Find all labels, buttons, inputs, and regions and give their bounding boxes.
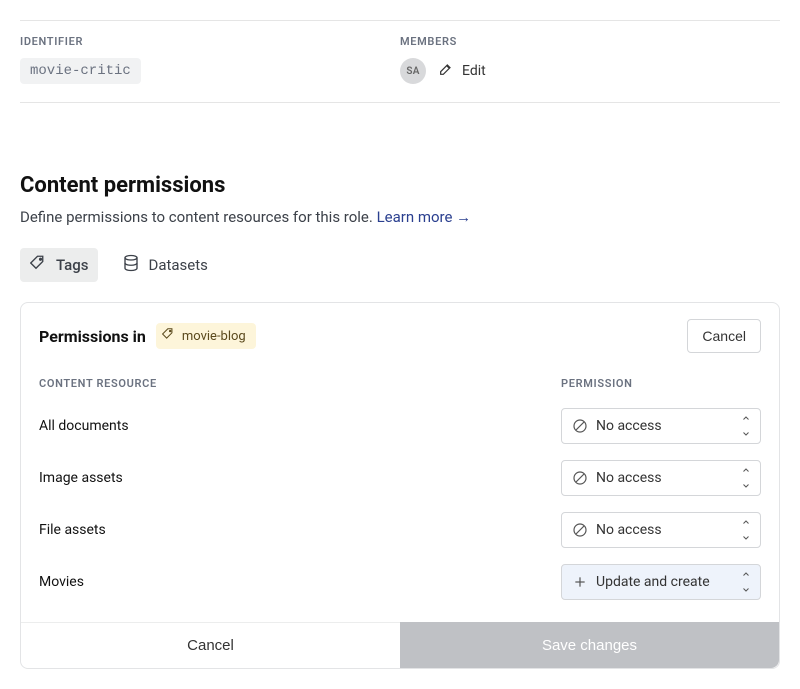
- no-access-icon: [572, 418, 588, 434]
- edit-members-button[interactable]: Edit: [438, 61, 486, 81]
- tab-tags[interactable]: Tags: [20, 248, 98, 282]
- identifier-chip: movie-critic: [20, 58, 141, 84]
- tab-label: Tags: [56, 256, 88, 274]
- permissions-panel: Permissions in movie-blog Cancel CONTENT…: [20, 302, 780, 669]
- permission-row: Image assets No access: [39, 452, 761, 504]
- identifier-label: IDENTIFIER: [20, 35, 400, 48]
- resource-name: File assets: [39, 522, 541, 538]
- section-description: Define permissions to content resources …: [20, 208, 780, 226]
- meta-row: IDENTIFIER movie-critic MEMBERS SA Edit: [20, 20, 780, 103]
- permission-value: No access: [596, 470, 662, 486]
- permission-select[interactable]: No access: [561, 512, 761, 548]
- chevron-up-down-icon: [740, 466, 752, 490]
- panel-title: Permissions in: [39, 327, 146, 346]
- pencil-icon: [438, 61, 454, 81]
- plus-icon: [572, 574, 588, 590]
- permission-value: No access: [596, 522, 662, 538]
- resource-name: Image assets: [39, 470, 541, 486]
- tabs: Tags Datasets: [20, 248, 780, 282]
- tab-datasets[interactable]: Datasets: [112, 248, 217, 282]
- permission-row: All documents No access: [39, 400, 761, 452]
- tab-label: Datasets: [148, 256, 207, 274]
- permission-row: File assets No access: [39, 504, 761, 556]
- section-title: Content permissions: [20, 173, 780, 198]
- tag-icon: [162, 327, 176, 345]
- tag-icon: [30, 254, 48, 276]
- chevron-up-down-icon: [740, 414, 752, 438]
- footer-cancel-button[interactable]: Cancel: [21, 622, 400, 668]
- panel-cancel-button[interactable]: Cancel: [687, 319, 761, 353]
- avatar[interactable]: SA: [400, 58, 426, 84]
- permission-select[interactable]: No access: [561, 460, 761, 496]
- permission-select[interactable]: No access: [561, 408, 761, 444]
- edit-label: Edit: [462, 63, 486, 79]
- col-permission-label: PERMISSION: [561, 377, 761, 390]
- footer-save-button[interactable]: Save changes: [400, 622, 779, 668]
- permission-value: Update and create: [596, 574, 710, 590]
- resource-name: All documents: [39, 418, 541, 434]
- chevron-up-down-icon: [740, 518, 752, 542]
- members-label: MEMBERS: [400, 35, 780, 48]
- permission-select[interactable]: Update and create: [561, 564, 761, 600]
- panel-tag-chip: movie-blog: [156, 323, 256, 349]
- col-resource-label: CONTENT RESOURCE: [39, 377, 541, 390]
- no-access-icon: [572, 522, 588, 538]
- chevron-up-down-icon: [740, 570, 752, 594]
- learn-more-link[interactable]: Learn more →: [377, 208, 472, 226]
- permission-row: Movies Update and create: [39, 556, 761, 608]
- permission-value: No access: [596, 418, 662, 434]
- panel-tag-name: movie-blog: [182, 329, 246, 344]
- database-icon: [122, 254, 140, 276]
- no-access-icon: [572, 470, 588, 486]
- resource-name: Movies: [39, 574, 541, 590]
